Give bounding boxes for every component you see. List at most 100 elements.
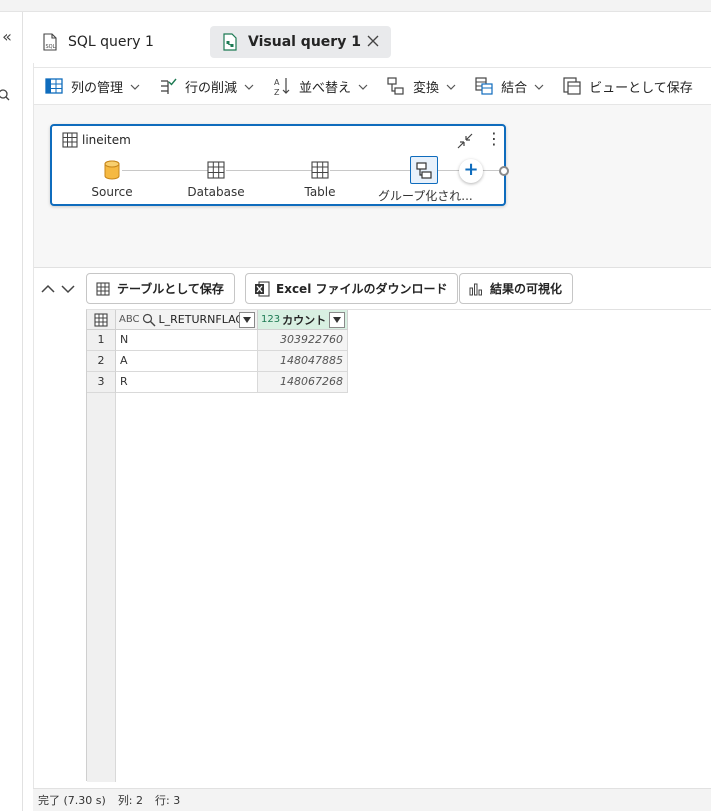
sort-button[interactable]: AZ 並べ替え [262, 71, 376, 101]
chevron-down-icon [130, 81, 140, 91]
row-number: 3 [87, 372, 116, 393]
reduce-rows-icon [158, 76, 178, 96]
svg-text:Z: Z [274, 88, 280, 96]
step-label: Table [304, 185, 336, 199]
tab-sql-query-1[interactable]: SQL SQL query 1 [34, 26, 204, 58]
combine-icon [474, 76, 494, 96]
window-top-strip [0, 0, 711, 12]
combine-button[interactable]: 結合 [464, 71, 552, 101]
transform-icon [386, 76, 406, 96]
transform-label: 変換 [413, 80, 440, 96]
grid-header: ABC L_RETURNFLAG 123 カウント [87, 310, 348, 330]
save-as-view-button[interactable]: ビューとして保存 [552, 71, 701, 101]
column-name: カウント [282, 313, 327, 327]
save-as-table-button[interactable]: テーブルとして保存 [86, 273, 235, 304]
table-icon [95, 281, 111, 297]
search-icon[interactable] [0, 88, 10, 102]
transform-button[interactable]: 変換 [376, 71, 464, 101]
add-step-button[interactable]: + [459, 159, 483, 183]
row-number: 1 [87, 330, 116, 351]
column-header-l-returnflag[interactable]: ABC L_RETURNFLAG [116, 310, 258, 330]
step-source[interactable]: Source [66, 158, 158, 199]
cell-returnflag[interactable]: R [116, 372, 258, 393]
group-by-icon [410, 156, 438, 184]
chevron-up-icon [41, 284, 55, 293]
save-as-table-label: テーブルとして保存 [117, 282, 224, 296]
step-database[interactable]: Database [170, 158, 262, 199]
visualize-results-button[interactable]: 結果の可視化 [459, 273, 574, 304]
table-row[interactable]: 3 R 148067268 [87, 372, 348, 393]
cell-count[interactable]: 148047885 [258, 351, 348, 372]
sort-label: 並べ替え [299, 80, 352, 96]
table-row[interactable]: 2 A 148047885 [87, 351, 348, 372]
results-toolbar: テーブルとして保存 Excel ファイルのダウンロード 結果の可視化 [34, 269, 711, 309]
results-grid[interactable]: ABC L_RETURNFLAG 123 カウント 1 N 303922760 [86, 309, 711, 782]
column-header-count[interactable]: 123 カウント [258, 310, 348, 330]
select-all-table-icon[interactable] [87, 310, 116, 330]
chevron-down-icon [446, 81, 456, 91]
tab-visual-query-1[interactable]: Visual query 1 [210, 26, 391, 58]
cell-count[interactable]: 148067268 [258, 372, 348, 393]
row-number: 2 [87, 351, 116, 372]
column-filter-dropdown-icon[interactable] [329, 312, 345, 328]
collapse-panel-icon[interactable]: « [0, 28, 14, 46]
chevron-down-icon [61, 285, 75, 294]
chevron-down-icon [358, 81, 368, 91]
step-table[interactable]: Table [274, 158, 366, 199]
columns-grid-icon [44, 76, 64, 96]
manage-columns-button[interactable]: 列の管理 [34, 71, 148, 101]
status-rows: 行: 3 [155, 794, 181, 807]
combine-label: 結合 [501, 80, 528, 96]
download-excel-button[interactable]: Excel ファイルのダウンロード [245, 273, 459, 304]
cell-returnflag[interactable]: N [116, 330, 258, 351]
tab-bar: SQL SQL query 1 Visual query 1 [24, 12, 711, 63]
visual-query-icon [220, 32, 240, 52]
table-icon [62, 132, 78, 148]
status-columns: 列: 2 [117, 794, 144, 807]
tab-label: Visual query 1 [248, 34, 361, 50]
bar-chart-icon [468, 281, 484, 297]
step-label: Database [187, 185, 245, 199]
collapse-icon[interactable] [456, 132, 474, 150]
svg-text:SQL: SQL [46, 44, 56, 50]
reduce-rows-label: 行の削減 [185, 80, 238, 96]
sql-file-icon: SQL [40, 32, 60, 52]
query-title: lineitem [82, 133, 131, 147]
text-type-icon: ABC [119, 314, 140, 325]
tab-label: SQL query 1 [68, 34, 154, 50]
table-row[interactable]: 1 N 303922760 [87, 330, 348, 351]
output-port[interactable] [499, 166, 509, 176]
cell-count[interactable]: 303922760 [258, 330, 348, 351]
save-view-icon [562, 76, 582, 96]
save-as-view-label: ビューとして保存 [589, 80, 693, 96]
step-label: グループ化され... [378, 189, 473, 203]
svg-text:A: A [274, 78, 280, 87]
cell-returnflag[interactable]: A [116, 351, 258, 372]
step-group-by[interactable]: グループ化され... [378, 156, 473, 204]
panel-arrows [40, 281, 80, 297]
close-icon[interactable] [365, 33, 381, 49]
ribbon-toolbar: 列の管理 行の削減 AZ 並べ替え 変換 結合 ビューとして保存 [34, 67, 711, 105]
visualize-results-label: 結果の可視化 [490, 282, 563, 296]
left-rail: « [0, 12, 23, 811]
chevron-down-icon [244, 81, 254, 91]
status-bar: 完了 (7.30 s) 列: 2 行: 3 [33, 788, 711, 811]
query-card[interactable]: lineitem ⋮ Source Database Table グループ化され… [50, 124, 509, 206]
more-options-icon[interactable]: ⋮ [486, 130, 502, 150]
status-done: 完了 (7.30 s) [38, 794, 106, 807]
main-panel: 列の管理 行の削減 AZ 並べ替え 変換 結合 ビューとして保存 lineite… [33, 63, 711, 811]
chevron-down-icon [534, 81, 544, 91]
key-search-icon [142, 313, 156, 327]
step-label: Source [91, 185, 133, 199]
column-filter-dropdown-icon[interactable] [239, 312, 255, 328]
database-cylinder-icon [100, 158, 124, 182]
manage-columns-label: 列の管理 [71, 80, 124, 96]
number-type-icon: 123 [261, 314, 281, 325]
sort-az-icon: AZ [272, 76, 292, 96]
download-excel-label: Excel ファイルのダウンロード [276, 282, 448, 296]
column-name: L_RETURNFLAG [158, 313, 244, 326]
excel-icon [254, 280, 270, 297]
diagram-canvas[interactable]: lineitem ⋮ Source Database Table グループ化され… [34, 105, 711, 268]
reduce-rows-button[interactable]: 行の削減 [148, 71, 262, 101]
table-icon [204, 158, 228, 182]
